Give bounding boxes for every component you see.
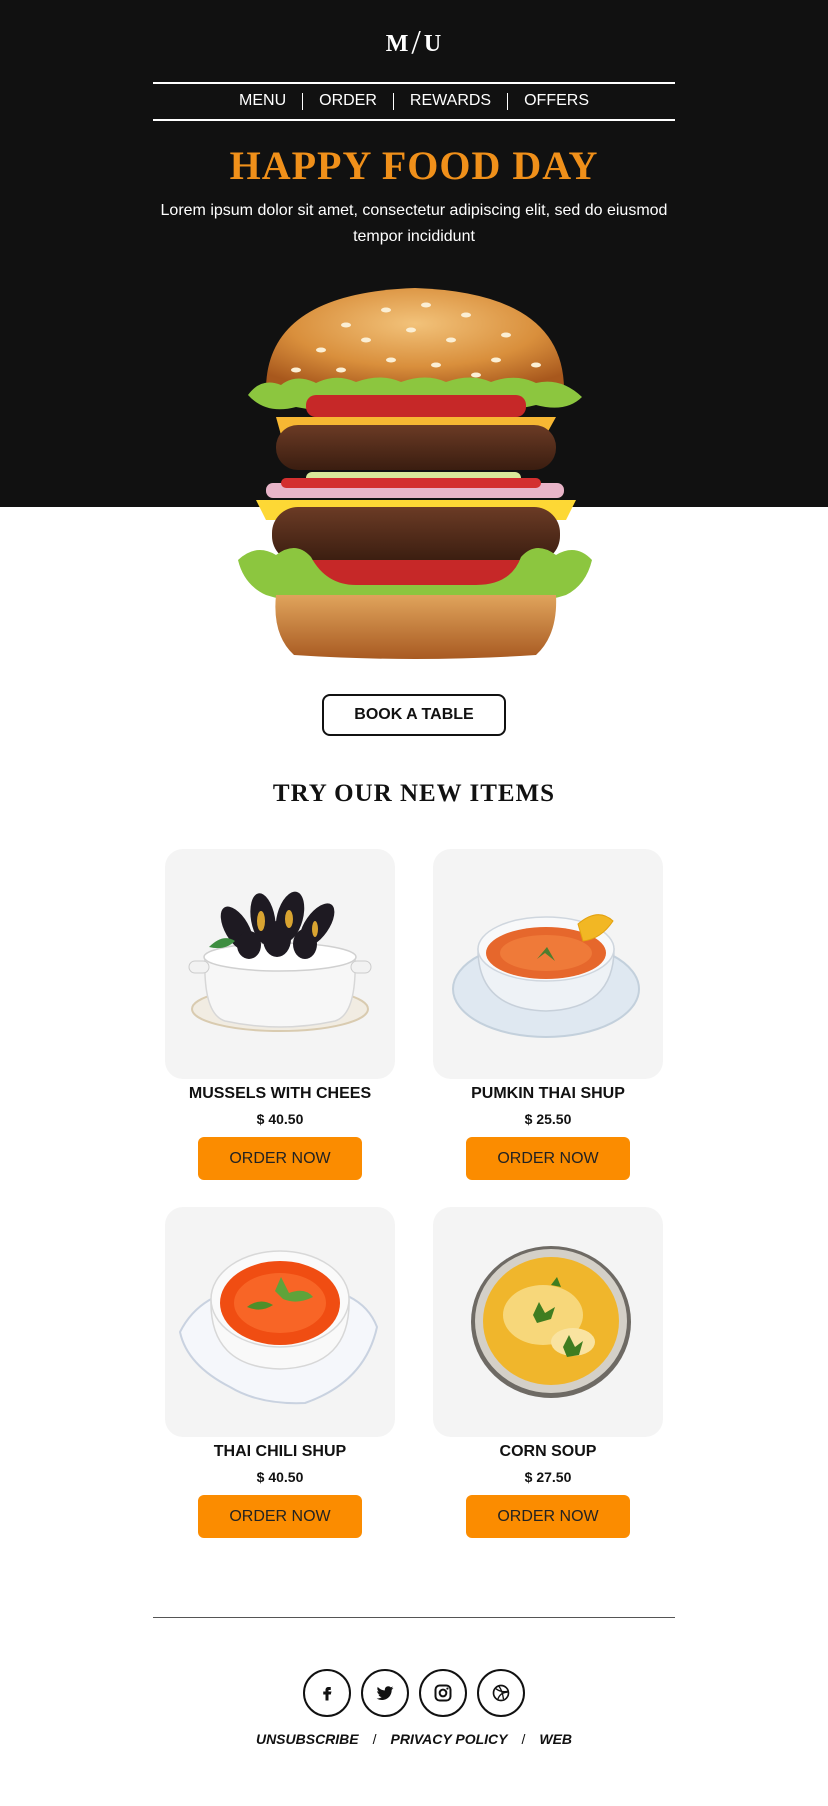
order-now-button[interactable]: ORDER NOW xyxy=(466,1495,630,1538)
burger-image xyxy=(238,288,592,659)
item-price: $ 40.50 xyxy=(256,1469,304,1485)
menu-item-card: PUMKIN THAI SHUP $ 25.50 ORDER NOW xyxy=(433,849,663,1180)
item-name: CORN SOUP xyxy=(499,1443,597,1460)
item-price: $ 27.50 xyxy=(524,1469,572,1485)
social-links xyxy=(0,1669,828,1717)
unsubscribe-link[interactable]: UNSUBSCRIBE xyxy=(242,1731,373,1747)
item-name: THAI CHILI SHUP xyxy=(213,1443,347,1460)
book-table-button[interactable]: BOOK A TABLE xyxy=(322,694,506,736)
menu-item-card: THAI CHILI SHUP $ 40.50 ORDER NOW xyxy=(165,1207,395,1538)
item-name: PUMKIN THAI SHUP xyxy=(471,1085,625,1102)
nav-item-rewards[interactable]: REWARDS xyxy=(394,92,507,110)
nav-top-divider xyxy=(153,82,675,84)
twitter-icon[interactable] xyxy=(361,1669,409,1717)
chili-soup-bowl-image[interactable] xyxy=(165,1207,395,1437)
nav-item-order[interactable]: ORDER xyxy=(303,92,393,110)
menu-item-card: CORN SOUP $ 27.50 ORDER NOW xyxy=(433,1207,663,1538)
menu-item-card: MUSSELS WITH CHEES $ 40.50 ORDER NOW xyxy=(165,849,395,1180)
logo-left: M xyxy=(385,31,410,57)
order-now-button[interactable]: ORDER NOW xyxy=(198,1495,362,1538)
main-nav: MENU ORDER REWARDS OFFERS xyxy=(153,88,675,114)
hero-subtext: Lorem ipsum dolor sit amet, consectetur … xyxy=(160,202,668,245)
hero-headline: HAPPY FOOD DAY xyxy=(229,143,599,188)
dribbble-icon[interactable] xyxy=(477,1669,525,1717)
nav-bottom-divider xyxy=(153,119,675,121)
nav-item-offers[interactable]: OFFERS xyxy=(508,92,605,110)
logo-right: U xyxy=(423,31,443,57)
order-now-button[interactable]: ORDER NOW xyxy=(466,1137,630,1180)
footer-divider xyxy=(153,1617,675,1618)
item-price: $ 40.50 xyxy=(256,1111,304,1127)
pumpkin-soup-bowl-image[interactable] xyxy=(433,849,663,1079)
new-items-title: TRY OUR NEW ITEMS xyxy=(272,780,556,807)
footer-links: UNSUBSCRIBE / PRIVACY POLICY / WEB xyxy=(0,1731,828,1747)
facebook-icon[interactable] xyxy=(303,1669,351,1717)
nav-item-menu[interactable]: MENU xyxy=(223,92,302,110)
logo-slash: / xyxy=(411,24,422,61)
instagram-icon[interactable] xyxy=(419,1669,467,1717)
corn-soup-bowl-image[interactable] xyxy=(433,1207,663,1437)
item-name: MUSSELS WITH CHEES xyxy=(188,1085,372,1102)
brand-logo[interactable]: M/U xyxy=(0,22,828,61)
order-now-button[interactable]: ORDER NOW xyxy=(198,1137,362,1180)
item-price: $ 25.50 xyxy=(524,1111,572,1127)
mussels-pot-image[interactable] xyxy=(165,849,395,1079)
web-link[interactable]: WEB xyxy=(525,1731,586,1747)
privacy-policy-link[interactable]: PRIVACY POLICY xyxy=(377,1731,522,1747)
